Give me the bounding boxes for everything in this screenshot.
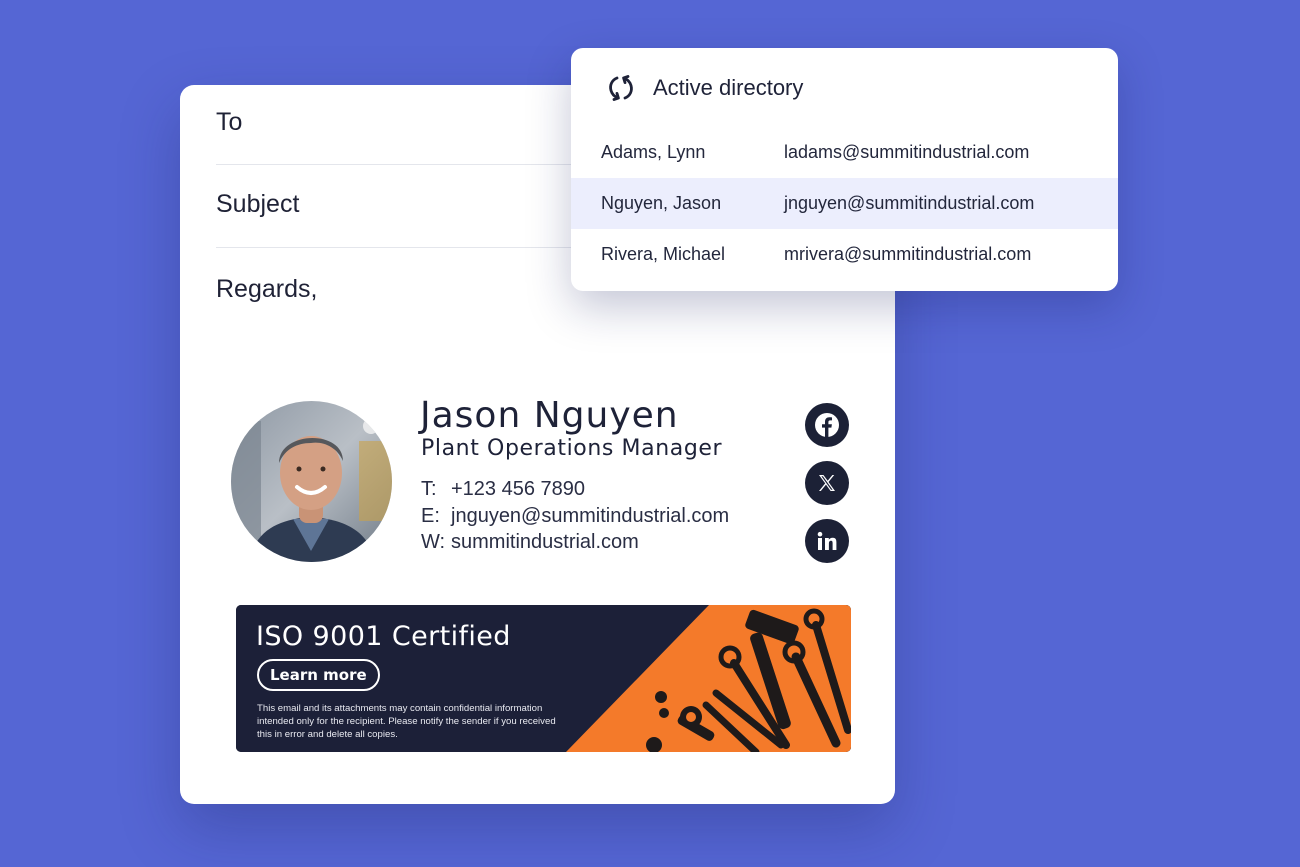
x-icon [819,475,835,491]
signature-name: Jason Nguyen [420,395,679,436]
contact-website: W: summitindustrial.com [421,531,639,554]
contact-phone: T: +123 456 7890 [421,478,585,501]
email-link[interactable]: jnguyen@summitindustrial.com [451,505,729,527]
signature-title: Plant Operations Manager [421,436,723,461]
directory-name: Nguyen, Jason [601,193,722,213]
facebook-icon [815,413,839,437]
directory-row[interactable]: Adams, Lynn ladams@summitindustrial.com [571,127,1118,178]
phone-label: T: [421,478,437,500]
contact-email: E: jnguyen@summitindustrial.com [421,505,729,528]
active-directory-panel: Active directory Adams, Lynn ladams@summ… [571,48,1118,291]
phone-value[interactable]: +123 456 7890 [451,478,585,500]
sync-icon [609,75,633,101]
linkedin-button[interactable] [805,519,849,563]
directory-title: Active directory [653,75,804,100]
directory-name: Adams, Lynn [601,142,706,162]
website-link[interactable]: summitindustrial.com [451,531,639,553]
facebook-button[interactable] [805,403,849,447]
directory-email: jnguyen@summitindustrial.com [784,193,1035,213]
x-button[interactable] [805,461,849,505]
banner-title: ISO 9001 Certified [256,621,511,652]
directory-name: Rivera, Michael [601,244,726,264]
directory-email: ladams@summitindustrial.com [784,142,1030,162]
promo-banner: ISO 9001 Certified Learn more This email… [236,605,851,752]
linkedin-icon [817,531,837,550]
learn-more-button[interactable]: Learn more [257,659,380,691]
confidentiality-disclaimer: This email and its attachments may conta… [257,703,556,740]
directory-email: mrivera@summitindustrial.com [784,244,1032,264]
directory-row-selected[interactable]: Nguyen, Jason jnguyen@summitindustrial.c… [571,178,1118,229]
website-label: W: [421,531,446,553]
email-label: E: [421,505,440,527]
avatar [231,401,392,562]
directory-row[interactable]: Rivera, Michael mrivera@summitindustrial… [571,229,1118,280]
